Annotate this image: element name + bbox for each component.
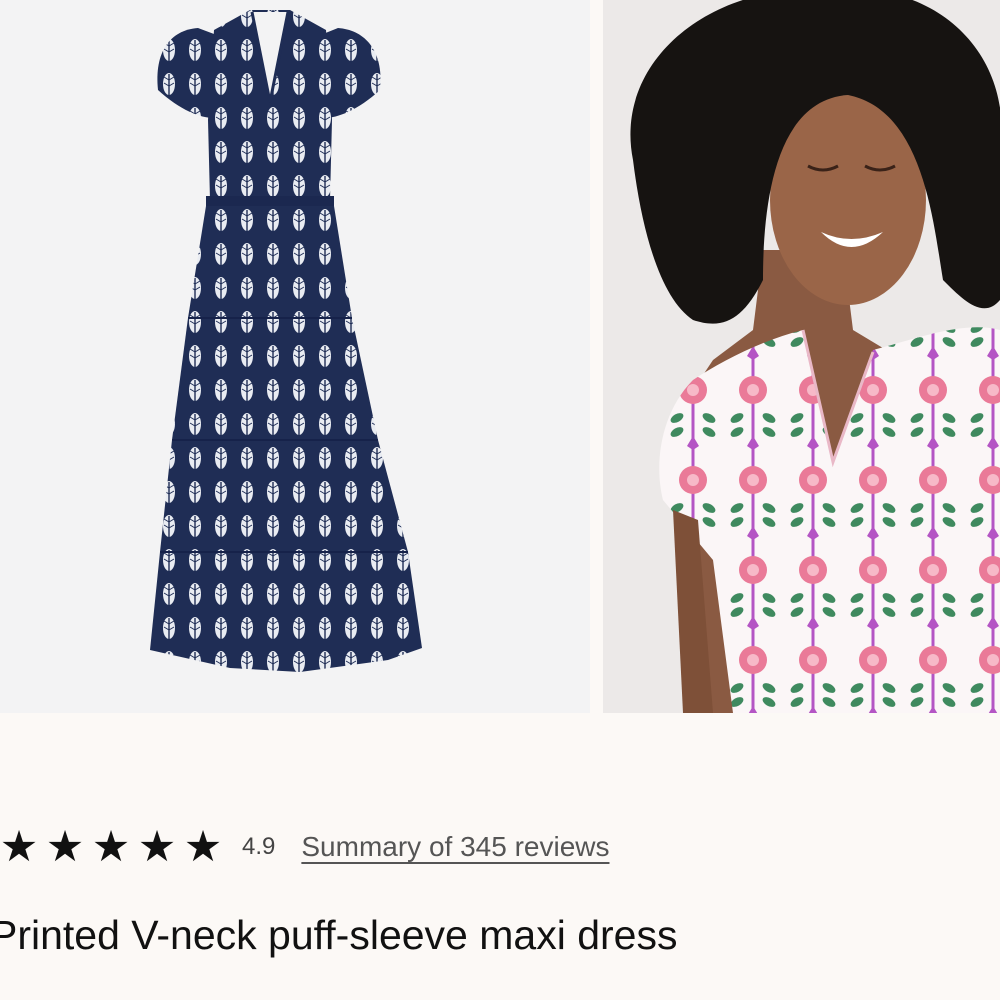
- star-icon: ★: [45, 822, 85, 872]
- product-page: ★ ★ ★ ★ ★ 4.9 Summary of 345 reviews Pri…: [0, 0, 1000, 1000]
- rating-summary: ★ ★ ★ ★ ★ 4.9 Summary of 345 reviews: [0, 822, 609, 872]
- product-image-dress[interactable]: [0, 0, 590, 713]
- dress-illustration: [150, 10, 422, 672]
- model-illustration: [603, 0, 1000, 713]
- star-icon: ★: [0, 822, 39, 872]
- reviews-summary-link[interactable]: Summary of 345 reviews: [301, 831, 609, 863]
- product-image-model[interactable]: [603, 0, 1000, 713]
- rating-value: 4.9: [242, 833, 276, 860]
- star-icon: ★: [137, 822, 177, 872]
- star-icon: ★: [183, 822, 223, 872]
- star-rating: ★ ★ ★ ★ ★: [0, 824, 226, 870]
- product-title: Printed V-neck puff-sleeve maxi dress: [0, 912, 678, 958]
- star-icon: ★: [91, 822, 131, 872]
- product-image-gallery: [0, 0, 1000, 713]
